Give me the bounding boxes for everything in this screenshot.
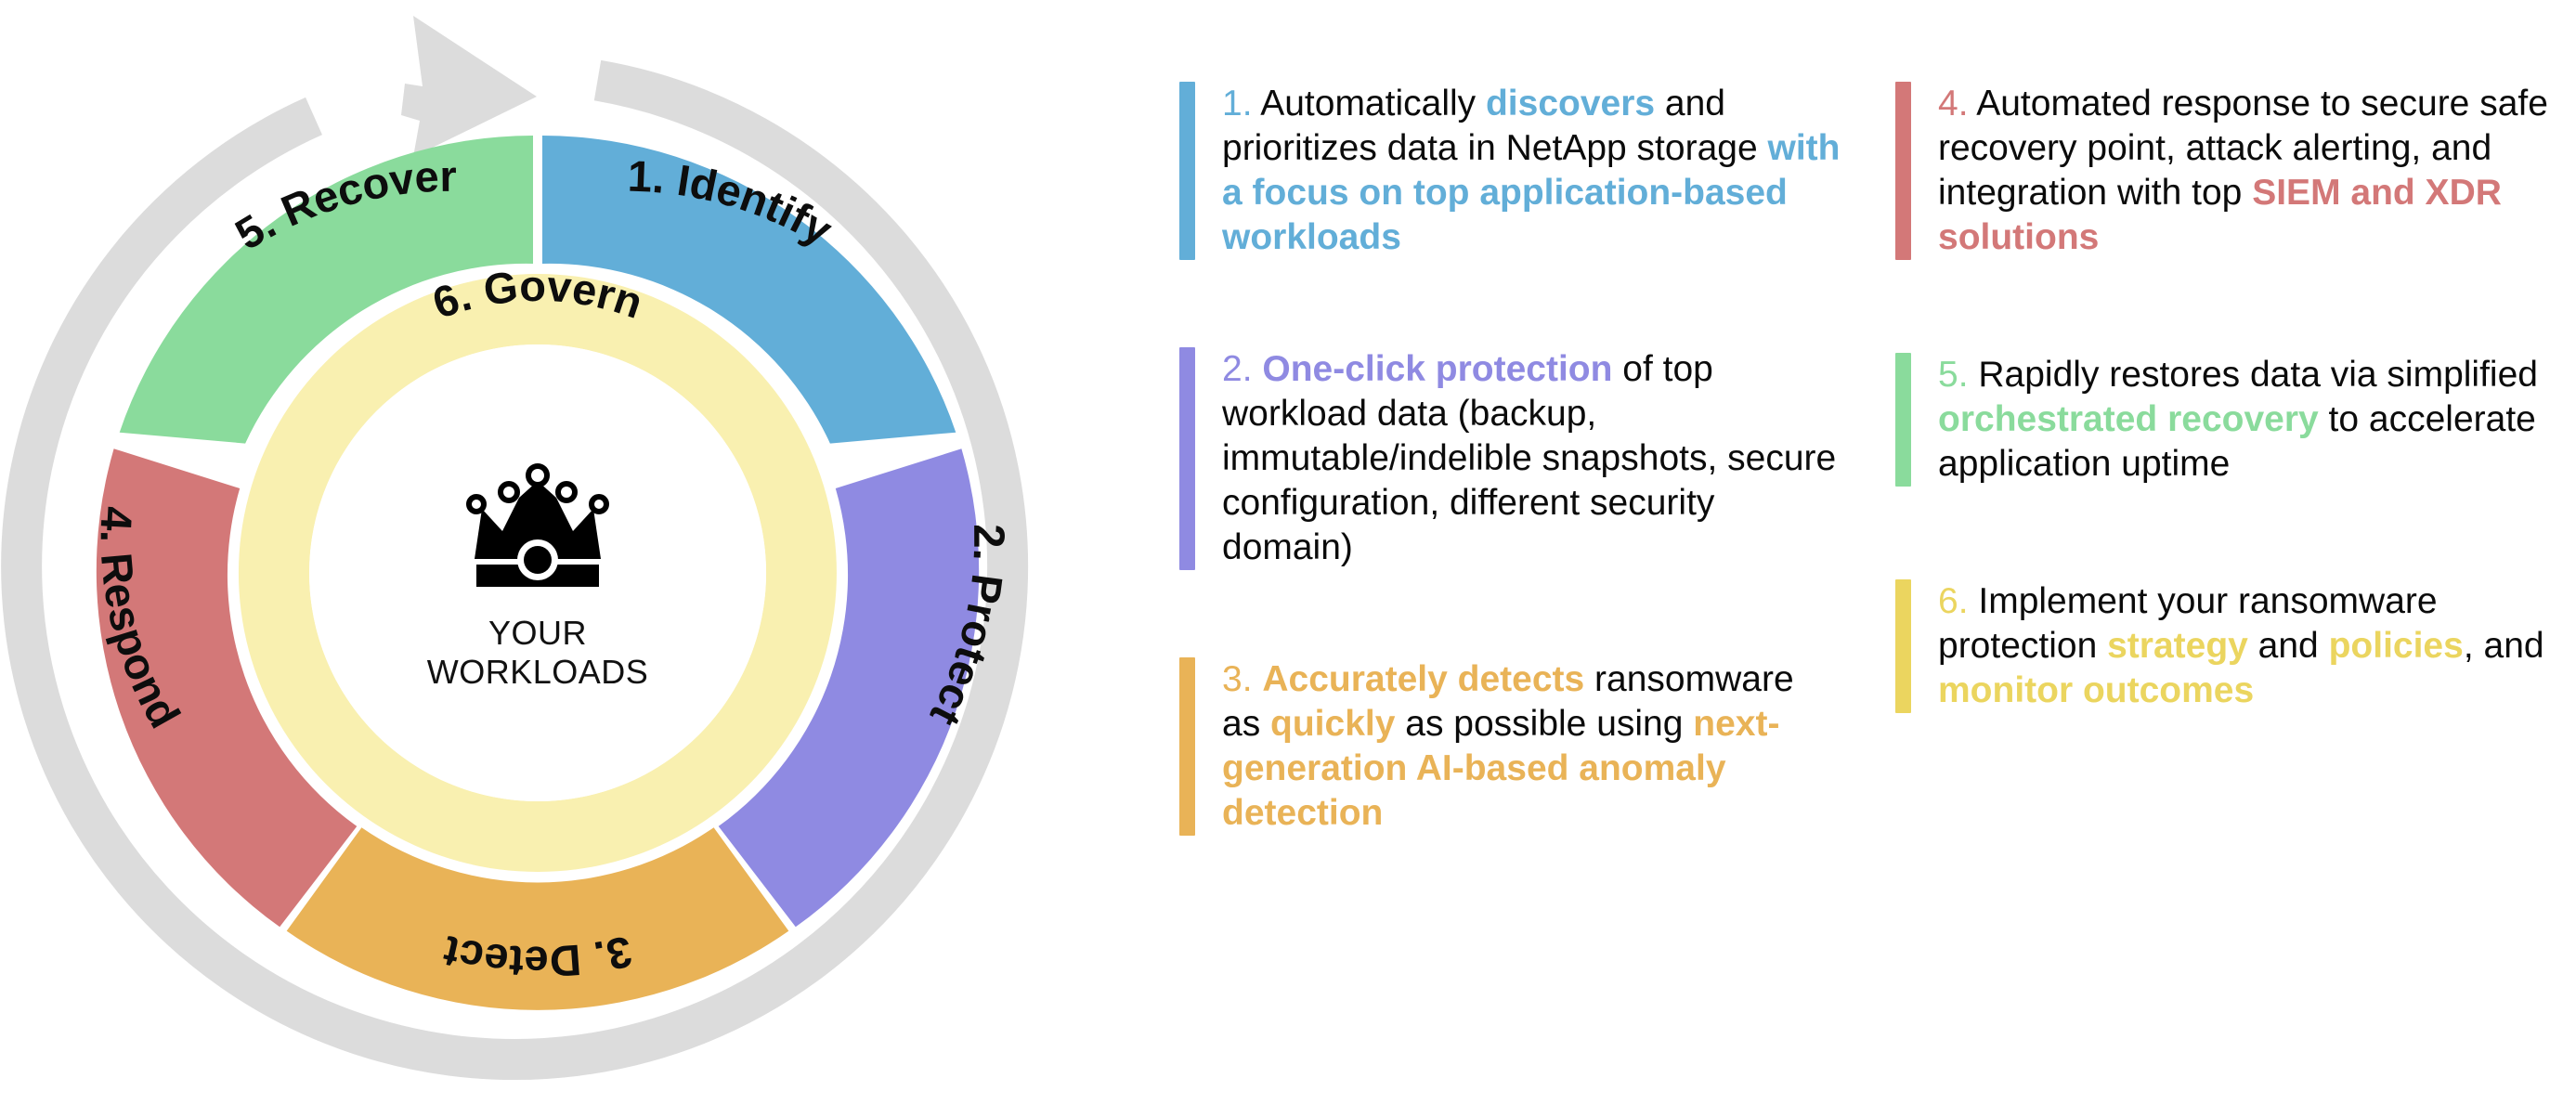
callout-4-run-num: 4. [1938,84,1977,123]
hub-label-line1: YOUR [488,614,587,652]
callout-6-run-plain: , and [2463,625,2544,666]
callout-5-text: 5. Rapidly restores data via simplified … [1911,353,2557,487]
callout-2-accent-bar [1179,346,1195,570]
hub-label-line2: WORKLOADS [427,653,649,691]
callout-3-text: 3. Accurately detects ransomware as quic… [1195,657,1841,836]
callout-6[interactable]: 6. Implement your ransomware protection … [1895,578,2557,713]
callout-5[interactable]: 5. Rapidly restores data via simplified … [1895,352,2557,487]
infographic-root: YOUR WORKLOADS 1. Identify 2. Protect 3.… [0,0,2576,1117]
callout-3-run-plain: as possible using [1395,703,1694,744]
callout-2-text: 2. One-click protection of top workload … [1195,347,1841,570]
callout-3-run-hl: Accurately detects [1262,658,1585,699]
callout-6-run-num: 6. [1938,580,1979,621]
callout-1-text: 1. Automatically discovers and prioritiz… [1195,82,1841,260]
callout-3-accent-bar [1179,656,1195,836]
callout-5-run-plain: Rapidly restores data via simplified [1978,354,2538,395]
callout-6-run-hl: policies [2328,625,2464,666]
callout-5-run-num: 5. [1938,354,1979,395]
wheel-svg: YOUR WORKLOADS 1. Identify 2. Protect 3.… [1,16,1029,1080]
callout-4[interactable]: 4. Automated response to secure safe rec… [1895,82,2557,260]
callout-5-accent-bar [1895,352,1911,487]
callout-3[interactable]: 3. Accurately detects ransomware as quic… [1179,656,1841,836]
callout-3-run-hl: quickly [1270,703,1396,744]
callout-2-run-hl: One-click protection [1262,348,1613,389]
callout-6-run-hl: monitor outcomes [1938,669,2255,710]
callouts-column-right: 4. Automated response to secure safe rec… [1895,82,2557,1080]
callout-1-accent-bar [1179,82,1195,260]
callout-4-accent-bar [1895,82,1911,260]
callouts-column-left: 1. Automatically discovers and prioritiz… [1179,82,1841,1080]
callout-1-run-plain: Automatically [1260,84,1486,123]
callout-6-text: 6. Implement your ransomware protection … [1911,579,2557,713]
callout-2-run-num: 2. [1222,348,1263,389]
lifecycle-wheel: YOUR WORKLOADS 1. Identify 2. Protect 3.… [0,0,1161,1117]
callout-3-run-num: 3. [1222,658,1263,699]
callout-1-run-num: 1. [1222,84,1261,123]
callout-1[interactable]: 1. Automatically discovers and prioritiz… [1179,82,1841,260]
callouts-panel: 1. Automatically discovers and prioritiz… [1179,0,2576,1117]
callout-2[interactable]: 2. One-click protection of top workload … [1179,346,1841,570]
callout-6-run-hl: strategy [2107,625,2248,666]
callout-1-run-hl: discovers [1485,84,1656,123]
callout-5-run-hl: orchestrated recovery [1938,398,2319,439]
callout-6-run-plain: and [2247,625,2329,666]
callout-6-accent-bar [1895,578,1911,713]
callout-4-text: 4. Automated response to secure safe rec… [1911,82,2557,260]
